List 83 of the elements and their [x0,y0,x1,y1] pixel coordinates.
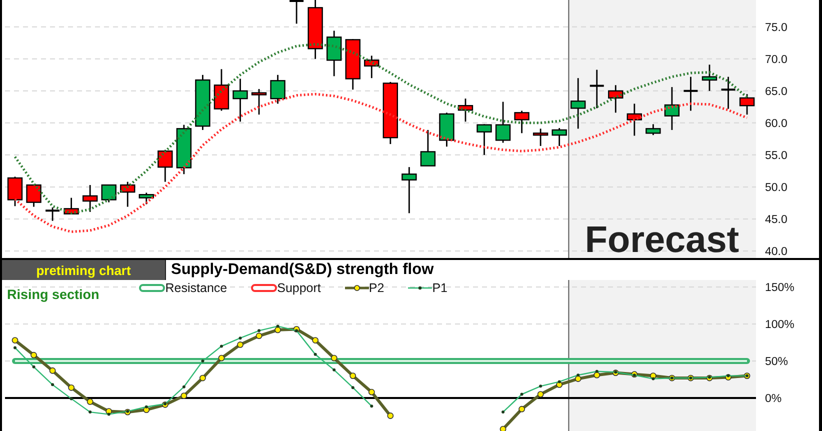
candlestick [514,110,530,134]
point [537,391,544,398]
candlestick [721,76,736,109]
legend-band-icon [139,284,166,292]
axis-label: 50% [765,356,788,368]
candlestick [214,69,230,111]
axis-label: 70.0 [765,54,788,66]
candlestick [82,185,98,212]
point [86,398,94,405]
candlestick [364,56,380,78]
forecast-label: Forecast [584,219,740,258]
candlestick [739,94,755,115]
point [218,354,225,362]
candlestick [326,30,342,76]
axis-label: 60.0 [765,118,788,130]
candlestick [532,128,548,146]
point [180,392,188,399]
point [518,406,525,412]
point [350,372,356,380]
legend-line-icon [408,284,432,292]
point [312,337,319,344]
candlestick [420,130,436,166]
point [500,426,506,431]
point [237,342,244,348]
candlestick [158,150,173,182]
point [68,384,75,391]
chart-title: Supply-Demand(S&D) strength flow [171,260,434,280]
point [256,332,262,340]
candlestick [232,78,248,122]
legend-label: Resistance [165,281,228,295]
candlestick [684,76,698,111]
candlestick [552,128,567,146]
candlestick [195,74,210,130]
candlestick [345,39,360,90]
candlestick [626,104,642,136]
point [594,372,600,378]
candlestick [439,112,454,147]
point [387,412,394,419]
candlestick [176,124,192,174]
candlestick [570,78,586,129]
candlestick [120,182,136,207]
section-label: Rising section [7,287,100,302]
candlestick [495,102,511,143]
candlestick [590,70,604,108]
point [12,337,18,344]
point [274,326,281,334]
candlestick [702,64,718,91]
axis-label: 0% [765,393,782,405]
candlestick [458,98,474,122]
point [30,352,37,358]
axis-label: 40.0 [765,246,788,258]
point [49,367,56,374]
point [574,376,582,382]
candlestick [646,124,661,136]
candlestick [664,87,680,130]
candlestick [476,124,492,155]
candlestick [608,85,624,113]
candlestick [270,74,286,104]
candlestick [64,198,79,214]
legend-label: P2 [368,281,384,295]
legend-label: Support [277,281,321,295]
candlestick [402,167,417,214]
candlestick [26,184,42,207]
candlestick [251,89,267,115]
point [330,354,338,362]
legend-line-icon [344,284,369,292]
point [200,374,206,382]
axis-label: 75.0 [765,22,788,34]
point [368,388,375,396]
legend-band-icon [251,284,278,292]
axis-label: 100% [765,319,794,332]
brand-label: pretiming chart [2,260,166,280]
axis-label: 45.0 [765,214,788,226]
candlestick [101,184,116,202]
candlestick [46,207,60,221]
candlestick [382,82,398,144]
axis-label: 150% [765,282,794,294]
axis-label: 65.0 [765,86,788,98]
candlestick [138,192,154,204]
candlestick [7,176,23,206]
axis-label: 55.0 [765,150,788,162]
legend-label: P1 [432,281,448,295]
axis-label: 50.0 [765,182,788,194]
